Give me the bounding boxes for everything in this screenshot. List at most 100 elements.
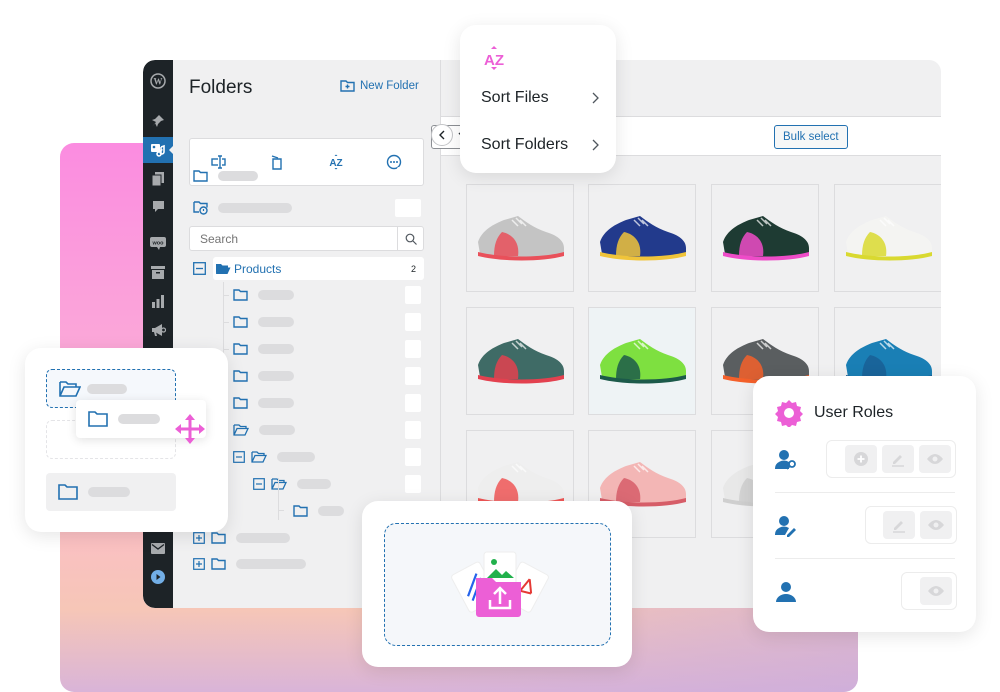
sort-files-item[interactable]: Sort Files xyxy=(481,89,599,107)
bulk-select-button[interactable]: Bulk select xyxy=(774,125,848,149)
media-thumbnail[interactable] xyxy=(588,307,696,415)
collapse-icon[interactable] xyxy=(253,478,265,490)
shoe-image xyxy=(600,216,686,261)
folder-item[interactable] xyxy=(46,473,176,511)
new-folder-button[interactable]: New Folder xyxy=(340,80,419,92)
chevron-right-icon xyxy=(592,139,599,151)
tree-line xyxy=(223,322,229,323)
view-icon xyxy=(927,454,943,464)
all-files-row[interactable] xyxy=(193,165,258,187)
delete-button[interactable] xyxy=(265,150,289,174)
play-icon[interactable] xyxy=(143,564,173,590)
comments-icon[interactable] xyxy=(143,193,173,219)
edit-permission-button[interactable] xyxy=(882,445,914,473)
add-permission-button[interactable] xyxy=(845,445,877,473)
tree-line xyxy=(223,349,229,350)
folder-icon xyxy=(211,558,226,570)
search-button[interactable] xyxy=(397,227,423,250)
tree-icon xyxy=(211,532,226,544)
collapse-icon[interactable] xyxy=(193,262,206,275)
megaphone-icon[interactable] xyxy=(143,317,173,343)
media-icon[interactable] xyxy=(143,137,174,163)
tree-item[interactable] xyxy=(233,365,294,387)
folders-title: Folders xyxy=(189,77,253,98)
folder-icon xyxy=(193,170,208,182)
pin-icon[interactable] xyxy=(143,108,173,134)
tree-line xyxy=(223,295,229,296)
sort-menu: AZ Sort Files Sort Folders xyxy=(460,25,616,173)
placeholder-label xyxy=(87,383,127,394)
count-box xyxy=(395,199,421,217)
view-permission-button[interactable] xyxy=(920,577,952,605)
media-thumbnail[interactable] xyxy=(588,184,696,292)
tree-item[interactable] xyxy=(233,311,294,333)
tree-item-products[interactable]: Products 2 xyxy=(213,257,424,280)
media-thumbnail[interactable] xyxy=(466,307,574,415)
tree-icon xyxy=(193,558,205,570)
view-permission-button[interactable] xyxy=(920,511,952,539)
shoe-image xyxy=(478,216,564,261)
folder-search xyxy=(189,226,424,251)
tree-item[interactable] xyxy=(233,284,294,306)
delete-icon xyxy=(272,154,283,170)
woo-icon[interactable]: woo xyxy=(143,230,173,256)
permission-group xyxy=(826,440,956,478)
view-icon xyxy=(928,520,944,530)
tree-icon xyxy=(233,343,248,355)
expand-icon[interactable] xyxy=(193,532,205,544)
upload-dropzone[interactable] xyxy=(384,523,611,646)
folder-icon xyxy=(233,316,248,328)
tree-icon xyxy=(193,532,205,544)
tree-icon xyxy=(233,316,248,328)
placeholder-label xyxy=(259,425,295,435)
collapse-icon[interactable] xyxy=(233,451,245,463)
mail-icon[interactable] xyxy=(143,535,173,561)
folder-icon xyxy=(293,505,308,517)
search-input[interactable] xyxy=(190,227,397,250)
analytics-icon[interactable] xyxy=(143,288,173,314)
placeholder-label xyxy=(258,398,294,408)
wordpress-logo-icon[interactable]: W xyxy=(143,68,173,94)
new-folder-label: New Folder xyxy=(360,80,419,92)
tree-icon xyxy=(233,424,249,436)
placeholder-label xyxy=(258,344,294,354)
tree-item[interactable] xyxy=(193,553,306,575)
shoe-image xyxy=(846,216,932,261)
drag-drop-card xyxy=(25,348,228,532)
folder-open-icon xyxy=(271,478,287,490)
archive-icon[interactable] xyxy=(143,259,173,285)
tree-item[interactable] xyxy=(293,500,344,522)
media-thumbnail[interactable] xyxy=(834,184,941,292)
placeholder-label xyxy=(218,203,292,213)
svg-text:AZ: AZ xyxy=(484,52,504,69)
upload-card xyxy=(362,501,632,667)
sort-button[interactable]: AZ xyxy=(324,150,348,174)
tree-icon xyxy=(233,451,245,463)
uncategorized-row[interactable] xyxy=(193,197,292,219)
tree-icon xyxy=(211,558,226,570)
placeholder-label xyxy=(318,506,344,516)
divider xyxy=(775,492,955,493)
sort-files-label: Sort Files xyxy=(481,89,549,106)
placeholder-label xyxy=(297,479,331,489)
media-thumbnail[interactable] xyxy=(711,184,819,292)
svg-text:W: W xyxy=(154,77,163,87)
pages-icon[interactable] xyxy=(143,166,173,192)
move-icon[interactable] xyxy=(175,414,205,444)
view-permission-button[interactable] xyxy=(919,445,951,473)
tree-item[interactable] xyxy=(233,419,295,441)
tree-item[interactable] xyxy=(233,446,315,468)
collapse-panel-button[interactable] xyxy=(431,124,453,146)
edit-permission-button[interactable] xyxy=(883,511,915,539)
viewer-user-icon xyxy=(776,582,796,602)
folder-clock-icon xyxy=(193,201,208,215)
tree-item[interactable] xyxy=(233,392,294,414)
folder-open-icon xyxy=(233,424,249,436)
view-icon xyxy=(928,586,944,596)
tree-item[interactable] xyxy=(253,473,331,495)
sort-folders-item[interactable]: Sort Folders xyxy=(481,136,599,154)
count-box xyxy=(405,340,421,358)
expand-icon[interactable] xyxy=(193,558,205,570)
tree-item[interactable] xyxy=(233,338,294,360)
media-thumbnail[interactable] xyxy=(466,184,574,292)
